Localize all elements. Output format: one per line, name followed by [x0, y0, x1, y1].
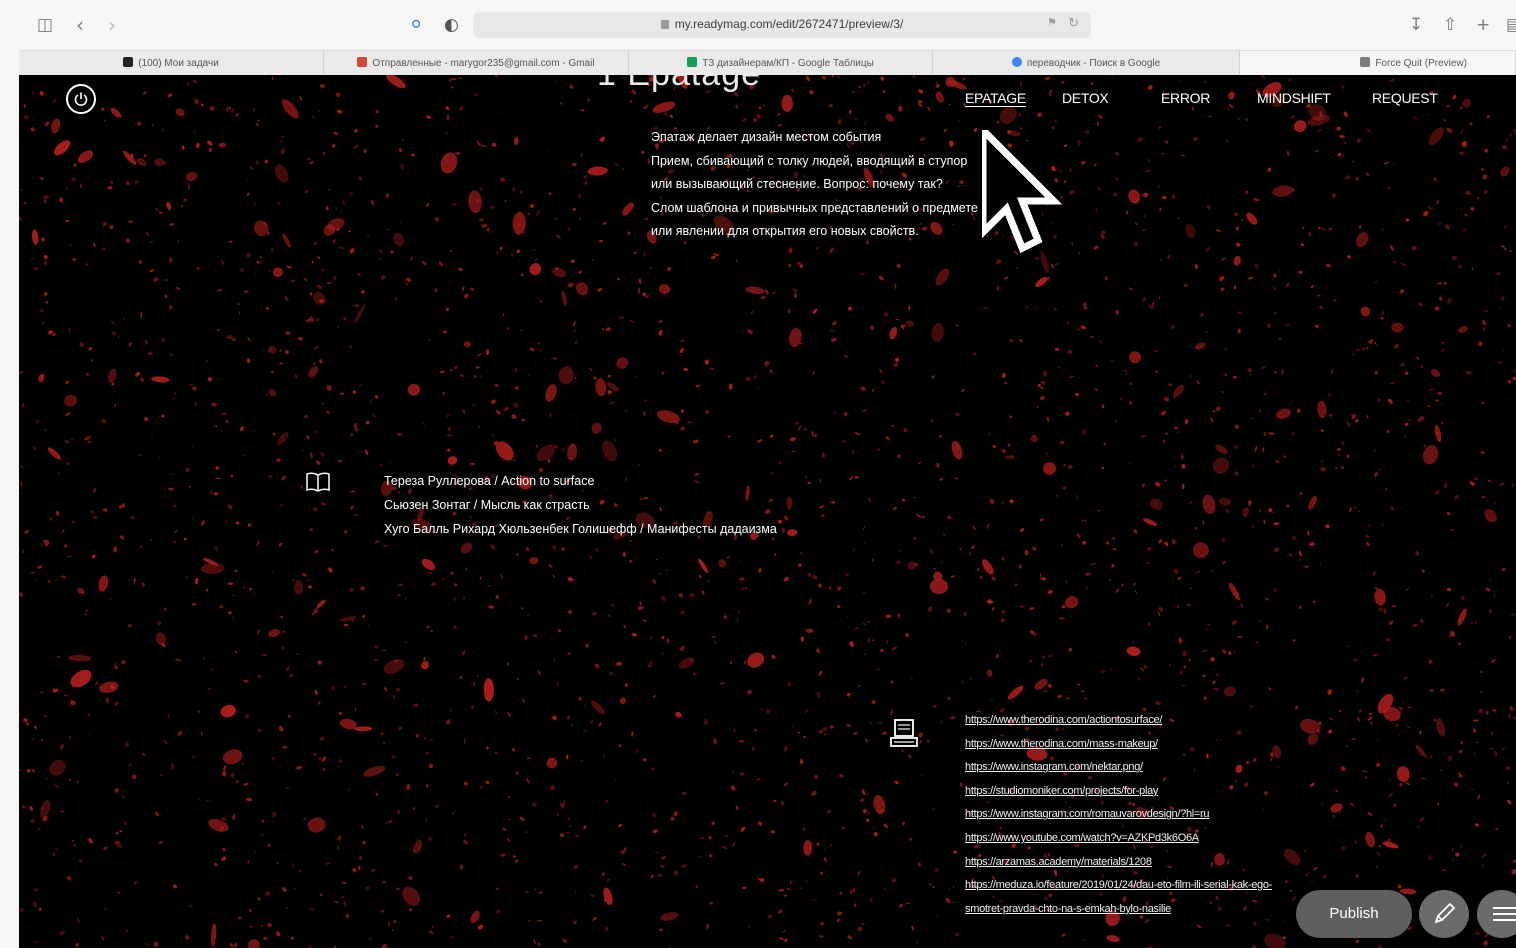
address-bar[interactable]: my.readymag.com/edit/2672471/preview/3/ … — [473, 12, 1091, 38]
sidebar-toggle-icon[interactable]: ◫ — [37, 13, 53, 37]
list-item: Сьюзен Зонтаг / Мысль как страсть — [384, 497, 590, 512]
window-edge — [0, 0, 19, 948]
download-icon[interactable]: ↧ — [1409, 13, 1423, 37]
tab-sheets[interactable]: ТЗ дизайнерам/КП - Google Таблицы — [629, 51, 933, 76]
main-nav: EPATAGE DETOX ERROR MINDSHIFT REQUEST — [19, 90, 1516, 110]
tab-bar: (100) Мои задачи Отправленные - marygor2… — [19, 50, 1516, 76]
back-arrow-icon[interactable]: ‹ — [76, 13, 84, 37]
tab-force-quit[interactable]: Force Quit (Preview) — [1240, 51, 1516, 76]
extension-o-icon[interactable]: ⚪ — [409, 13, 423, 37]
menu-icon-bar — [1493, 919, 1516, 921]
google-icon — [1011, 57, 1022, 67]
url-text: my.readymag.com/edit/2672471/preview/3/ — [674, 17, 904, 31]
tab-google-search[interactable]: переводчик - Поиск в Google — [933, 51, 1240, 76]
publish-button[interactable]: Publish — [1296, 890, 1412, 938]
nav-detox[interactable]: DETOX — [1062, 90, 1109, 106]
edit-button[interactable] — [1419, 890, 1469, 938]
translate-icon[interactable]: ⚑ — [1047, 16, 1057, 29]
book-icon — [306, 472, 330, 492]
resource-link[interactable]: https://meduza.io/feature/2019/01/24/dau… — [965, 874, 1345, 898]
cat-icon — [123, 57, 134, 67]
browser-toolbar: ◫ ‹ › ⚪ ◐ my.readymag.com/edit/2672471/p… — [0, 0, 1516, 50]
readymag-page: 1 Epatage EPATAGE DETOX ERROR MINDSHIFT … — [19, 75, 1516, 948]
resource-link[interactable]: https://arzamas.academy/materials/1208 — [965, 851, 1345, 875]
pixel-cursor-icon — [982, 130, 1063, 254]
nav-error[interactable]: ERROR — [1161, 90, 1210, 106]
resource-link[interactable]: https://www.instagram.com/nektar.png/ — [965, 756, 1345, 780]
shield-icon[interactable]: ◐ — [444, 13, 459, 37]
tab-tasks[interactable]: (100) Мои задачи — [19, 51, 324, 76]
tab-gmail[interactable]: Отправленные - marygor235@gmail.com - Gm… — [324, 51, 629, 76]
resource-link[interactable]: https://www.youtube.com/watch?v=AZKPd3k6… — [965, 827, 1345, 851]
list-item: Хуго Балль Рихард Хюльзенбек Голишефф / … — [384, 521, 777, 536]
book-list: Тереза Руллерова / Action to surface Сью… — [384, 470, 777, 541]
menu-icon-bar — [1493, 907, 1516, 909]
resource-link[interactable]: https://www.therodina.com/actiontosurfac… — [965, 709, 1345, 733]
resource-link[interactable]: https://www.instagram.com/romauvarovdesi… — [965, 803, 1345, 827]
sheets-icon — [687, 57, 698, 67]
nav-mindshift[interactable]: MINDSHIFT — [1257, 90, 1331, 106]
resource-link[interactable]: smotret-pravda-chto-na-s-emkah-bylo-nasi… — [965, 898, 1345, 922]
pencil-icon — [1434, 902, 1456, 924]
new-tab-icon[interactable]: + — [1476, 13, 1490, 37]
menu-icon-bar — [1493, 913, 1516, 915]
nav-request[interactable]: REQUEST — [1372, 90, 1438, 106]
resource-link[interactable]: https://studiomoniker.com/projects/for-p… — [965, 780, 1345, 804]
nav-epatage[interactable]: EPATAGE — [965, 90, 1026, 106]
forward-arrow-icon[interactable]: › — [108, 13, 116, 37]
share-icon[interactable]: ⇧ — [1443, 13, 1457, 37]
preview-icon — [1360, 57, 1371, 67]
link-list: https://www.therodina.com/actiontosurfac… — [965, 709, 1345, 921]
lock-icon — [660, 20, 669, 29]
computer-icon — [890, 719, 918, 747]
reload-icon[interactable]: ↻ — [1068, 15, 1079, 31]
tab-overview-icon[interactable]: ▤ — [1506, 13, 1516, 37]
list-item: Тереза Руллерова / Action to surface — [384, 474, 595, 488]
resource-link[interactable]: https://www.therodina.com/mass-makeup/ — [965, 733, 1345, 757]
gmail-icon — [357, 57, 368, 67]
